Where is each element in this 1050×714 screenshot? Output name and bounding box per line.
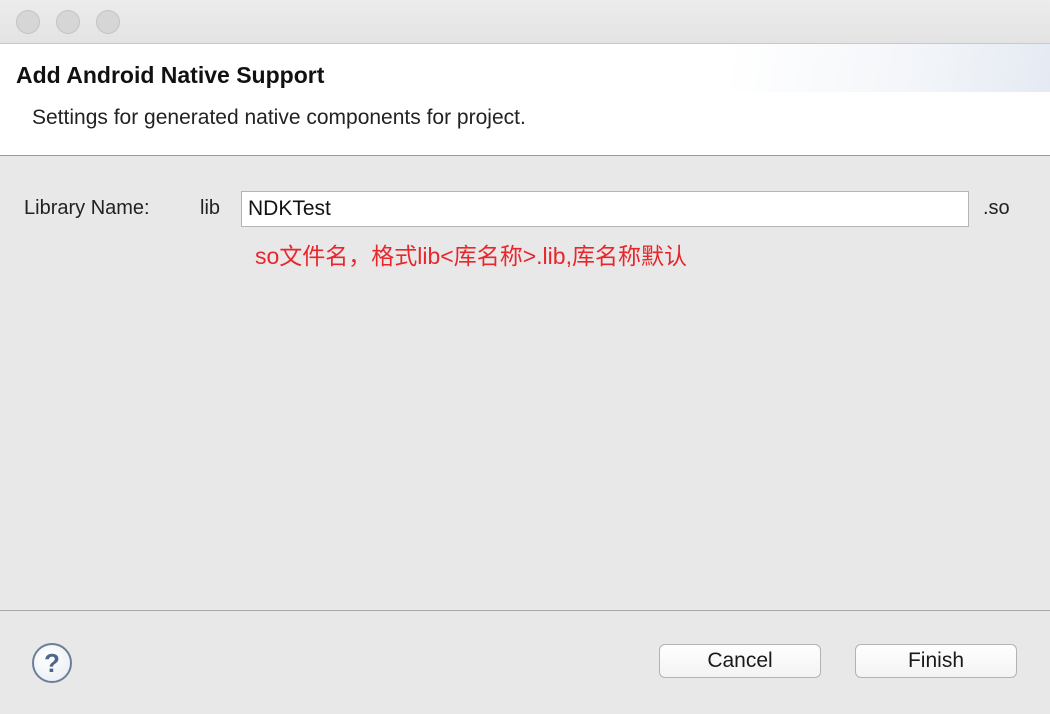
window-minimize-button[interactable] (56, 10, 80, 34)
wizard-content: Library Name: lib .so so文件名，格式lib<库名称>.l… (0, 157, 1050, 609)
library-name-label: Library Name: (24, 197, 150, 219)
wizard-footer: ? Cancel Finish (0, 611, 1050, 714)
cancel-button[interactable]: Cancel (659, 644, 821, 678)
window-maximize-button[interactable] (96, 10, 120, 34)
library-prefix-label: lib (200, 197, 221, 219)
wizard-header: Add Android Native Support Settings for … (0, 44, 1050, 156)
window-titlebar (0, 0, 1050, 44)
header-banner-decoration (730, 44, 1050, 92)
finish-button[interactable]: Finish (855, 644, 1017, 678)
library-suffix-label: .so (983, 197, 1010, 219)
library-name-input[interactable] (241, 191, 969, 227)
question-circle-icon[interactable]: ? (32, 643, 72, 683)
wizard-description: Settings for generated native components… (32, 106, 526, 129)
window-close-button[interactable] (16, 10, 40, 34)
wizard-title: Add Android Native Support (16, 62, 325, 88)
annotation-note: so文件名，格式lib<库名称>.lib,库名称默认 (255, 243, 687, 269)
